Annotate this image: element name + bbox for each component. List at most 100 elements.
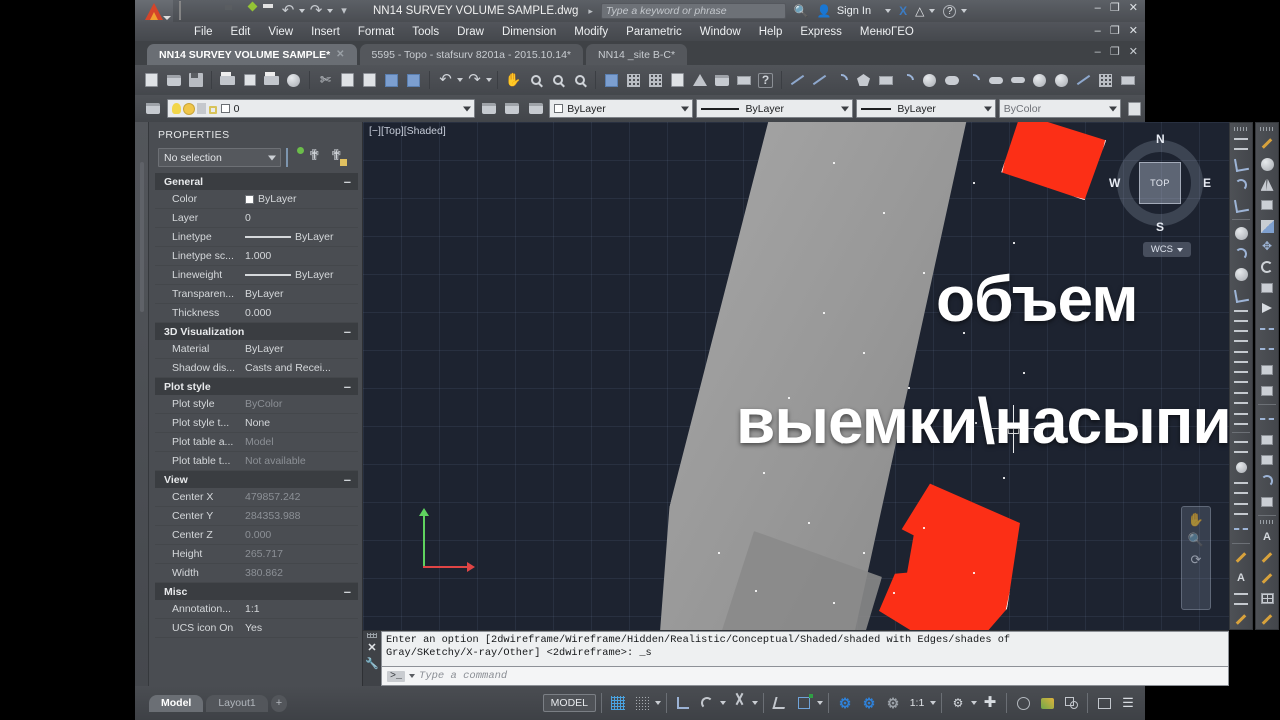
color-control-combo[interactable]: ByLayer: [549, 99, 694, 118]
property-row[interactable]: Material ByLayer: [155, 340, 358, 359]
property-value[interactable]: ByLayer: [241, 269, 358, 281]
center-mark-icon[interactable]: [1231, 437, 1251, 457]
sheet-set-icon[interactable]: [667, 70, 688, 91]
property-row[interactable]: Plot table t... Not available: [155, 452, 358, 471]
qat-dropdown-icon[interactable]: ▾: [335, 2, 353, 20]
revision-cloud-icon[interactable]: [941, 70, 962, 91]
orbit-icon[interactable]: ⟳: [1191, 553, 1202, 567]
user-icon[interactable]: 👤: [817, 4, 832, 18]
plot-style-manager-icon[interactable]: [1124, 98, 1145, 119]
dimension-update-icon[interactable]: [1231, 548, 1251, 568]
autodesk-dropdown-icon[interactable]: [929, 9, 936, 13]
close-button[interactable]: ✕: [1129, 2, 1141, 14]
doc-minimize-button[interactable]: –: [1095, 25, 1104, 37]
property-row[interactable]: Center Y 284353.988: [155, 507, 358, 526]
menu-item-menugeo[interactable]: МенюГЕО: [851, 24, 923, 40]
compass-west-label[interactable]: W: [1109, 176, 1120, 190]
isolate-objects-icon[interactable]: [1012, 692, 1034, 714]
undo-icon[interactable]: ↶: [435, 70, 456, 91]
redo-icon[interactable]: ↷: [307, 2, 325, 20]
hatch-icon[interactable]: [1095, 70, 1116, 91]
markup-set-icon[interactable]: [689, 70, 710, 91]
undo-icon[interactable]: ↶: [279, 2, 297, 20]
file-tab-5595-topo[interactable]: 5595 - Topo - stafsurv 8201a - 2015.10.1…: [359, 44, 583, 65]
array-icon[interactable]: [1257, 216, 1277, 236]
layer-unlock-icon[interactable]: [208, 105, 217, 114]
erase-pencil-icon[interactable]: [1257, 134, 1277, 154]
tolerance-icon[interactable]: [1231, 409, 1251, 429]
linetype-control-combo[interactable]: ByLayer: [696, 99, 854, 118]
save-as-icon[interactable]: [239, 2, 257, 20]
layer-properties-manager-icon[interactable]: [143, 98, 164, 119]
property-group-misc[interactable]: Misc –: [155, 583, 358, 600]
3dprint-icon[interactable]: [283, 70, 304, 91]
property-row[interactable]: Plot table a... Model: [155, 433, 358, 452]
palette-grip[interactable]: [139, 162, 144, 312]
make-block-icon[interactable]: [1051, 70, 1072, 91]
property-value[interactable]: ByLayer: [241, 193, 358, 205]
close-icon[interactable]: ✕: [336, 49, 344, 60]
grid-display-toggle[interactable]: [607, 692, 629, 714]
annotation-monitor-toggle[interactable]: ⚙: [882, 692, 904, 714]
dimension-text-edit-icon[interactable]: [1231, 519, 1251, 539]
layer-thaw-sun-icon[interactable]: [183, 103, 194, 114]
offset-icon[interactable]: [1257, 196, 1277, 216]
dimension-reassociate-icon[interactable]: [1231, 610, 1251, 630]
property-value[interactable]: ByLayer: [241, 288, 358, 300]
ucs-dropdown-icon[interactable]: [817, 701, 823, 705]
property-group-3d-visualization[interactable]: 3D Visualization –: [155, 323, 358, 340]
plot-icon[interactable]: [217, 70, 238, 91]
dimension-break-icon[interactable]: [1231, 388, 1251, 408]
object-snap-toggle[interactable]: [728, 692, 750, 714]
hardware-acceleration-icon[interactable]: [1036, 692, 1058, 714]
cut-icon[interactable]: ✄: [315, 70, 336, 91]
collapse-icon[interactable]: –: [344, 175, 351, 188]
property-value[interactable]: 0: [241, 212, 358, 224]
property-row[interactable]: Layer 0: [155, 209, 358, 228]
compass-east-label[interactable]: E: [1203, 176, 1211, 190]
layer-control-combo[interactable]: 0: [166, 99, 476, 118]
quick-dimension-icon[interactable]: [1231, 327, 1251, 347]
menu-item-dimension[interactable]: Dimension: [493, 24, 565, 40]
insert-block-icon[interactable]: [1029, 70, 1050, 91]
drawing-viewport[interactable]: [−][Top][Shaded] TOP N S E W WCS ✋ 🔍 ⟳ о…: [363, 122, 1229, 630]
help-icon[interactable]: ?: [943, 4, 957, 18]
autodesk-exchange-icon[interactable]: X: [899, 4, 907, 18]
pan-hand-icon[interactable]: ✋: [503, 70, 524, 91]
property-row[interactable]: Transparen... ByLayer: [155, 285, 358, 304]
toolbar-grip[interactable]: [1260, 127, 1274, 131]
add-layout-button[interactable]: +: [270, 694, 288, 712]
jogged-dimension-icon[interactable]: [1231, 245, 1251, 265]
title-overflow-arrow-icon[interactable]: ▸: [588, 6, 593, 17]
property-row[interactable]: Annotation... 1:1: [155, 600, 358, 619]
menu-item-insert[interactable]: Insert: [302, 24, 349, 40]
render-icon[interactable]: [733, 70, 754, 91]
wcs-selector[interactable]: WCS: [1142, 242, 1191, 257]
tabbar-window-controls[interactable]: – ❐ ✕: [1095, 45, 1141, 58]
document-window-controls[interactable]: – ❐ ✕: [1095, 24, 1141, 37]
autodesk-icon[interactable]: △: [915, 4, 924, 18]
zoom-realtime-icon[interactable]: [525, 70, 546, 91]
property-value[interactable]: ByLayer: [241, 231, 358, 243]
3d-solid-icon[interactable]: [1257, 492, 1277, 512]
property-value[interactable]: Yes: [241, 622, 358, 634]
command-line-grip[interactable]: [367, 633, 377, 638]
chamfer-icon[interactable]: [1257, 409, 1277, 429]
explode-icon[interactable]: [1257, 471, 1277, 491]
menu-item-draw[interactable]: Draw: [448, 24, 493, 40]
toolbar-grip[interactable]: [1234, 127, 1248, 131]
collapse-icon[interactable]: –: [344, 380, 351, 393]
line-icon[interactable]: [787, 70, 808, 91]
property-value[interactable]: 0.000: [241, 307, 358, 319]
chevron-down-icon[interactable]: [681, 106, 690, 111]
view-cube[interactable]: TOP N S E W: [1109, 132, 1211, 234]
property-row[interactable]: Height 265.717: [155, 545, 358, 564]
annotation-scale-dropdown-icon[interactable]: [930, 701, 936, 705]
polar-dropdown-icon[interactable]: [720, 701, 726, 705]
trim-icon[interactable]: [1257, 319, 1277, 339]
linear-dimension-icon[interactable]: [1231, 134, 1251, 154]
save-icon[interactable]: [219, 2, 237, 20]
save-icon[interactable]: [185, 70, 206, 91]
dimension-style-A-icon[interactable]: A: [1231, 568, 1251, 588]
match-properties-icon[interactable]: [381, 70, 402, 91]
